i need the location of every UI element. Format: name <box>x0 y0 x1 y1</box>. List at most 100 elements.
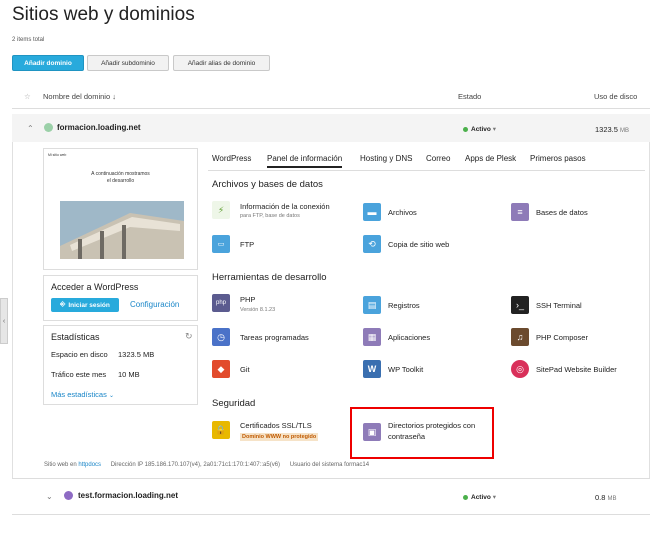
login-icon: ⎆ <box>60 301 66 308</box>
column-domain-name[interactable]: Nombre del dominio ↓ <box>43 92 116 101</box>
add-domain-button[interactable]: Añadir dominio <box>12 55 84 71</box>
tile-composer[interactable]: ♫ <box>511 328 529 346</box>
tile-git-title[interactable]: Git <box>240 365 250 374</box>
divider <box>12 478 650 479</box>
tile-ftp[interactable]: ▭ <box>212 235 230 253</box>
tile-backup[interactable]: ⟲ <box>363 235 381 253</box>
tile-composer-title[interactable]: PHP Composer <box>536 333 588 342</box>
terminal-icon: ›_ <box>511 296 529 314</box>
tab-getting-started[interactable]: Primeros pasos <box>530 154 586 163</box>
sitepad-icon: ◎ <box>511 360 529 378</box>
section-files: Archivos y bases de datos <box>212 179 323 190</box>
status-dropdown[interactable]: Activo ▾ <box>463 493 496 501</box>
git-icon: ◆ <box>212 360 230 378</box>
disk-value: 0.8 <box>595 493 606 502</box>
wordpress-config-link[interactable]: Configuración <box>130 300 179 309</box>
backup-icon: ⟲ <box>363 235 381 253</box>
tile-databases-title[interactable]: Bases de datos <box>536 208 588 217</box>
section-dev-tools: Herramientas de desarrollo <box>212 272 327 283</box>
tile-apps-title[interactable]: Aplicaciones <box>388 333 430 342</box>
domain-name-link[interactable]: test.formacion.loading.net <box>78 491 178 500</box>
chevron-up-icon[interactable]: ⌃ <box>27 124 34 133</box>
divider <box>12 108 650 109</box>
ftp-folder-icon: ▭ <box>212 235 230 253</box>
wordpress-login-button[interactable]: ⎆ Iniciar sesión <box>51 298 119 312</box>
add-subdomain-button[interactable]: Añadir subdominio <box>87 55 169 71</box>
tile-conn-info-sub: para FTP, base de datos <box>240 213 300 219</box>
disk-usage: 1323.5 MB <box>595 125 629 134</box>
tile-conn-info-title[interactable]: Información de la conexión <box>240 202 330 211</box>
site-preview[interactable]: Mi sitio web A continuación mostramos el… <box>43 148 198 270</box>
tile-cron-title[interactable]: Tareas programadas <box>240 333 309 342</box>
pin-icon[interactable]: ☆ <box>24 92 31 101</box>
wordpress-icon: W <box>363 360 381 378</box>
system-user-value: formac14 <box>344 462 370 468</box>
tile-files-title[interactable]: Archivos <box>388 208 417 217</box>
column-disk-usage: Uso de disco <box>594 92 638 101</box>
status-text: Activo <box>471 126 491 133</box>
domain-name-link[interactable]: formacion.loading.net <box>57 123 141 132</box>
tile-php-title[interactable]: PHP <box>240 295 255 304</box>
plug-icon: ⚡ <box>212 201 230 219</box>
tile-git[interactable]: ◆ <box>212 360 230 378</box>
tile-sitepad[interactable]: ◎ <box>511 360 529 378</box>
add-alias-button[interactable]: Añadir alias de dominio <box>173 55 270 71</box>
preview-headline-2: el desarrollo <box>106 178 135 184</box>
tile-logs-title[interactable]: Registros <box>388 301 420 310</box>
sidebar-toggle[interactable]: ‹ <box>0 298 8 344</box>
tab-wordpress[interactable]: WordPress <box>212 154 251 163</box>
chevron-down-icon: ▾ <box>492 494 496 501</box>
tile-files[interactable]: ▬ <box>363 203 381 221</box>
highlight-box <box>350 407 494 459</box>
tile-sitepad-title[interactable]: SitePad Website Builder <box>536 365 617 374</box>
stats-title: Estadísticas <box>51 332 100 342</box>
tile-wp-toolkit[interactable]: W <box>363 360 381 378</box>
chevron-down-icon: ▾ <box>492 126 496 133</box>
tile-ssl[interactable]: 🔒 <box>212 421 230 439</box>
tab-mail[interactable]: Correo <box>426 154 450 163</box>
tile-wp-toolkit-title[interactable]: WP Toolkit <box>388 365 423 374</box>
preview-image <box>60 201 184 259</box>
tile-apps[interactable]: ▦ <box>363 328 381 346</box>
tab-plesk-apps[interactable]: Apps de Plesk <box>465 154 516 163</box>
site-favicon-icon <box>44 123 53 132</box>
folder-icon: ▬ <box>363 203 381 221</box>
disk-unit: MB <box>607 496 617 502</box>
more-stats-link[interactable]: Más estadísticas ⌄ <box>51 390 114 399</box>
tile-backup-title[interactable]: Copia de sitio web <box>388 240 449 249</box>
tile-ssh-title[interactable]: SSH Terminal <box>536 301 582 310</box>
tile-conn-info[interactable]: ⚡ <box>212 201 230 219</box>
ip-address: Dirección IP 185.186.170.107(v4), 2a01:7… <box>110 462 281 468</box>
stats-card: Estadísticas ↻ Espacio en disco 1323.5 M… <box>43 325 198 405</box>
log-file-icon: ▤ <box>363 296 381 314</box>
section-security: Seguridad <box>212 398 256 409</box>
tile-cron[interactable]: ◷ <box>212 328 230 346</box>
tab-dashboard[interactable]: Panel de información <box>267 154 343 168</box>
tile-ssh[interactable]: ›_ <box>511 296 529 314</box>
preview-headline: A continuación mostramos el desarrollo <box>44 171 197 185</box>
tile-logs[interactable]: ▤ <box>363 296 381 314</box>
tab-hosting-dns[interactable]: Hosting y DNS <box>360 154 412 163</box>
clock-icon: ◷ <box>212 328 230 346</box>
column-status: Estado <box>458 92 482 101</box>
more-stats-label: Más estadísticas <box>51 390 107 399</box>
domain-footer: Sitio web en httpdocs Dirección IP 185.1… <box>44 462 369 468</box>
database-icon: ≡ <box>511 203 529 221</box>
web-root-label: Sitio web en <box>44 462 77 468</box>
tile-ftp-title[interactable]: FTP <box>240 240 254 249</box>
chevron-down-icon[interactable]: ⌄ <box>46 492 53 501</box>
status-dropdown[interactable]: Activo ▾ <box>463 125 496 133</box>
stats-disk-label: Espacio en disco <box>51 350 108 359</box>
tab-divider <box>208 170 645 171</box>
web-root-link[interactable]: httpdocs <box>78 462 101 468</box>
preview-headline-1: A continuación mostramos <box>91 171 150 177</box>
preview-brand: Mi sitio web <box>48 153 67 157</box>
divider <box>12 514 650 515</box>
refresh-icon[interactable]: ↻ <box>185 331 193 342</box>
tile-php[interactable]: php <box>212 294 230 312</box>
tile-databases[interactable]: ≡ <box>511 203 529 221</box>
tab-bar: WordPress Panel de información Hosting y… <box>212 154 642 168</box>
tile-ssl-title[interactable]: Certificados SSL/TLS <box>240 421 312 430</box>
status-dot-icon <box>463 126 468 132</box>
stats-traffic-label: Tráfico este mes <box>51 370 107 379</box>
